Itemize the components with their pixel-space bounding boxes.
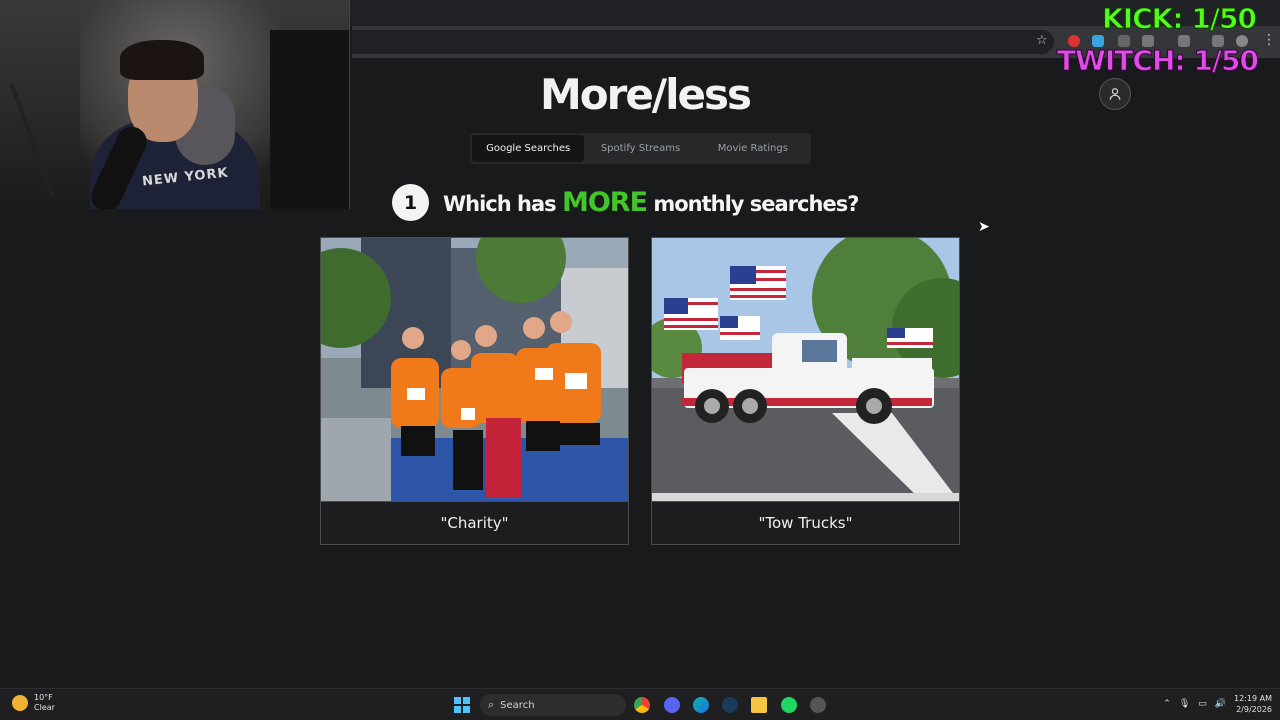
question-after: monthly searches? [653,192,859,216]
question-text: Which has MORE monthly searches? [443,187,859,218]
windows-start-icon[interactable] [454,697,470,713]
webcam-shelf [270,30,349,209]
kick-counter: KICK: 1/50 [1102,2,1258,36]
clock-date: 2/9/2026 [1236,705,1272,714]
option-label: "Tow Trucks" [652,501,959,544]
charity-runners-photo [321,238,628,501]
address-bar[interactable] [352,30,1054,54]
file-explorer-icon[interactable] [751,697,767,713]
weather-temp: 10°F [34,693,53,702]
question: 1 Which has MORE monthly searches? [392,184,859,221]
chrome-icon[interactable] [634,697,650,713]
tab-google-searches[interactable]: Google Searches [472,135,585,162]
question-number: 1 [392,184,429,221]
user-icon [1109,88,1121,100]
app-icon[interactable] [810,697,826,713]
system-tray: ⌃ 🎙 ▭ 🔊 12:19 AM 2/9/2026 [1163,693,1272,715]
category-tabs: Google Searches Spotify Streams Movie Ra… [470,133,811,164]
menu-icon[interactable]: ⋮ [1262,32,1276,48]
weather-text: 10°F Clear [34,693,55,713]
option-card-tow-trucks[interactable]: "Tow Trucks" [651,237,960,545]
tab-spotify-streams[interactable]: Spotify Streams [584,135,696,162]
weather-icon [12,695,28,711]
taskbar: 10°F Clear ⌕ Search ⌃ 🎙 ▭ 🔊 12:19 AM 2/9… [0,688,1280,720]
taskbar-search[interactable]: ⌕ Search [480,694,626,716]
question-before: Which has [443,192,557,216]
discord-icon[interactable] [664,697,680,713]
option-label: "Charity" [321,501,628,544]
option-card-charity[interactable]: "Charity" [320,237,629,545]
tow-truck-photo-art [652,238,959,501]
edge-icon[interactable] [693,697,709,713]
search-icon: ⌕ [488,698,495,711]
taskbar-search-label: Search [500,699,535,711]
question-emphasis: MORE [561,187,648,218]
mouse-cursor: ➤ [978,219,990,235]
microphone-icon[interactable]: 🎙 [1179,699,1190,709]
tow-truck-flags-photo [652,238,959,501]
weather-condition: Clear [34,703,55,712]
display-icon[interactable]: ▭ [1198,699,1207,709]
profile-button[interactable] [1099,78,1131,110]
clock-time: 12:19 AM [1234,694,1272,703]
screen: ☆ ⋮ NEW YORK KICK: 1/50 TWITCH: 1/50 Mor… [0,0,1280,720]
app-logo: More/less [539,70,752,119]
weather-widget[interactable]: 10°F Clear [12,693,55,713]
chevron-up-icon[interactable]: ⌃ [1163,699,1171,709]
charity-photo-art [321,238,628,501]
spotify-icon[interactable] [781,697,797,713]
clock[interactable]: 12:19 AM 2/9/2026 [1234,693,1272,715]
volume-icon[interactable]: 🔊 [1215,699,1226,709]
steam-icon[interactable] [722,697,738,713]
star-icon[interactable]: ☆ [1036,33,1048,48]
tab-movie-ratings[interactable]: Movie Ratings [697,135,809,162]
